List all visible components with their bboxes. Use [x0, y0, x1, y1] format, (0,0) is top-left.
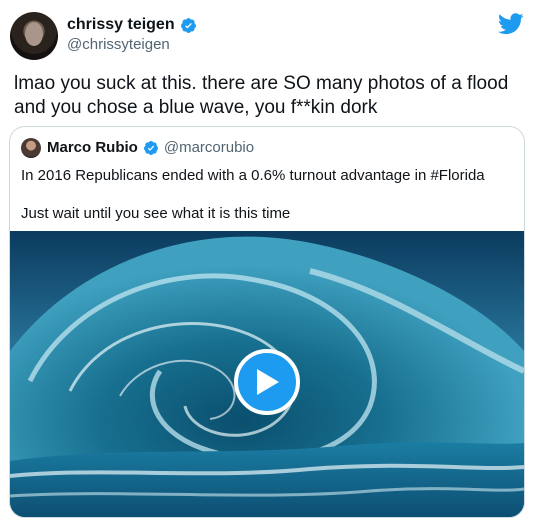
quoted-author-name[interactable]: Marco Rubio: [47, 139, 138, 156]
avatar-face: [25, 22, 43, 46]
verified-badge-icon: [143, 140, 158, 155]
tweet-card: chrissy teigen @chrissyteigen lmao you s…: [0, 0, 535, 518]
author-name-row: chrissy teigen: [67, 16, 197, 34]
video-media[interactable]: [10, 231, 524, 517]
play-icon: [257, 369, 279, 395]
play-button[interactable]: [234, 349, 300, 415]
quoted-avatar[interactable]: [21, 138, 41, 158]
author-handle[interactable]: @chrissyteigen: [67, 36, 170, 53]
quoted-text-line-1: In 2016 Republicans ended with a 0.6% tu…: [21, 167, 485, 184]
tweet-text: lmao you suck at this. there are SO many…: [14, 73, 509, 118]
twitter-bird-icon[interactable]: [498, 13, 524, 35]
quoted-author-row: Marco Rubio @marcorubio: [47, 139, 254, 156]
quoted-author-handle[interactable]: @marcorubio: [164, 139, 254, 156]
quoted-text-line-2: Just wait until you see what it is this …: [21, 205, 291, 222]
user-avatar[interactable]: [10, 12, 58, 60]
verified-badge-icon: [180, 17, 196, 33]
author-name[interactable]: chrissy teigen: [67, 16, 175, 34]
quoted-tweet[interactable]: Marco Rubio @marcorubio In 2016 Republic…: [9, 126, 525, 518]
